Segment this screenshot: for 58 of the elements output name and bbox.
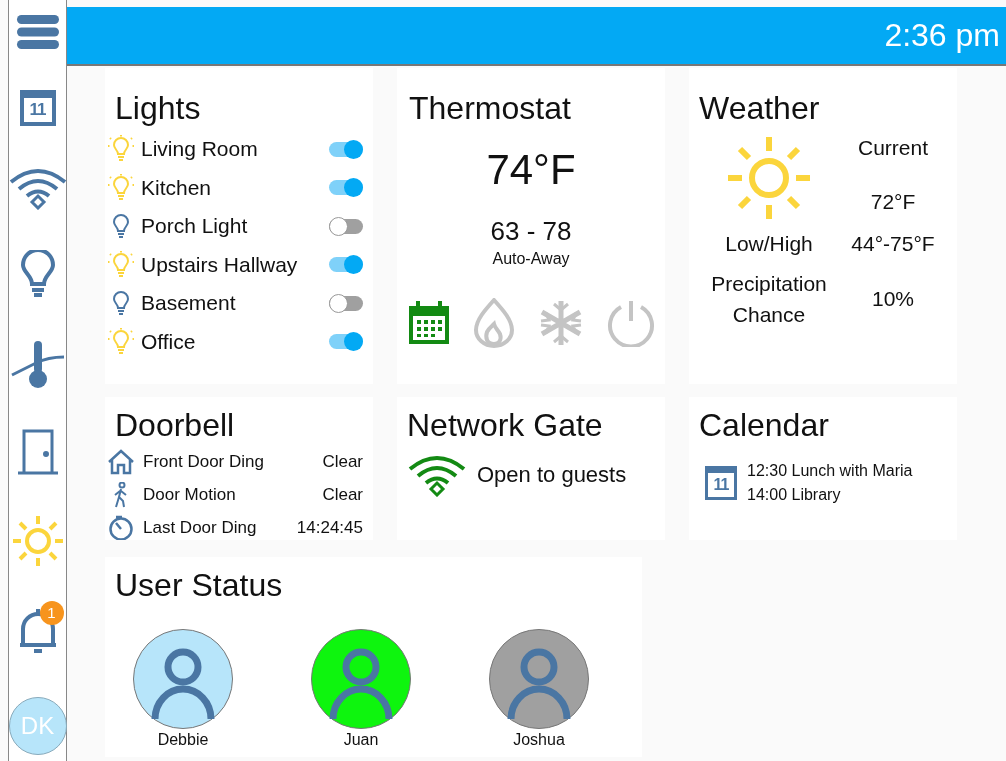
doorbell-event: Door Motion — [143, 484, 237, 505]
menu-icon[interactable] — [14, 14, 61, 50]
current-temperature: 74°F — [486, 146, 576, 194]
light-name: Kitchen — [141, 175, 213, 200]
user-name: Joshua — [513, 731, 565, 749]
card-title: Calendar — [699, 409, 830, 441]
doorbell-status: Clear — [322, 484, 363, 505]
wifi-icon — [407, 453, 467, 497]
doorbell-event: Last Door Ding — [143, 517, 258, 538]
weather-label: Precipitation Chance — [710, 270, 828, 328]
thermometer-icon[interactable] — [9, 338, 66, 389]
wifi-icon[interactable] — [7, 166, 68, 211]
light-name: Basement — [141, 291, 237, 316]
current-label: Current — [857, 136, 929, 160]
weather-label: Low/High — [724, 231, 814, 257]
current-temperature: 72°F — [869, 190, 917, 214]
light-name: Upstairs Hallway — [141, 252, 299, 277]
user-avatar[interactable] — [489, 629, 589, 729]
calendar-event: 12:30 Lunch with Maria — [747, 461, 913, 481]
weather-value: 10% — [871, 287, 915, 311]
light-toggle[interactable] — [329, 334, 363, 350]
light-name: Porch Light — [141, 214, 249, 239]
notification-badge: 1 — [39, 600, 64, 625]
user-avatar[interactable] — [133, 629, 233, 729]
network-status: Open to guests — [477, 462, 627, 488]
light-toggle[interactable] — [329, 257, 363, 273]
card-title: Doorbell — [115, 409, 236, 441]
light-toggle[interactable] — [329, 180, 363, 196]
calendar-icon: 11 — [705, 466, 737, 500]
doorbell-status: 14:24:45 — [296, 517, 363, 538]
card-title: Network Gate — [407, 409, 604, 441]
temperature-range: 63 - 78 — [490, 216, 572, 247]
door-icon[interactable] — [16, 428, 59, 475]
sun-icon — [727, 136, 811, 220]
user-avatar[interactable] — [311, 629, 411, 729]
card-title: Thermostat — [409, 92, 571, 124]
lightbulb-icon[interactable] — [19, 250, 56, 299]
bell-icon[interactable] — [17, 606, 58, 655]
user-name: Juan — [343, 731, 379, 749]
light-name: Living Room — [141, 137, 259, 162]
house-icon — [107, 448, 135, 475]
calendar-event: 14:00 Library — [747, 485, 842, 505]
card-title: User Status — [115, 569, 284, 601]
light-toggle[interactable] — [329, 141, 363, 157]
card-title: Lights — [115, 92, 202, 124]
user-name: Debbie — [157, 731, 209, 749]
timer-icon — [107, 514, 135, 540]
card-title: Weather — [699, 92, 821, 124]
calendar-icon[interactable]: 11 — [19, 90, 56, 127]
light-toggle[interactable] — [329, 218, 363, 234]
light-toggle[interactable] — [329, 295, 363, 311]
doorbell-event: Front Door Ding — [143, 451, 265, 472]
doorbell-status: Clear — [322, 451, 363, 472]
weather-value: 44°-75°F — [850, 231, 936, 256]
mode-label: Auto-Away — [492, 250, 570, 268]
clock-time: 2:36 pm — [884, 17, 1000, 54]
light-name: Office — [141, 329, 197, 354]
calendar-icon[interactable] — [407, 300, 451, 346]
